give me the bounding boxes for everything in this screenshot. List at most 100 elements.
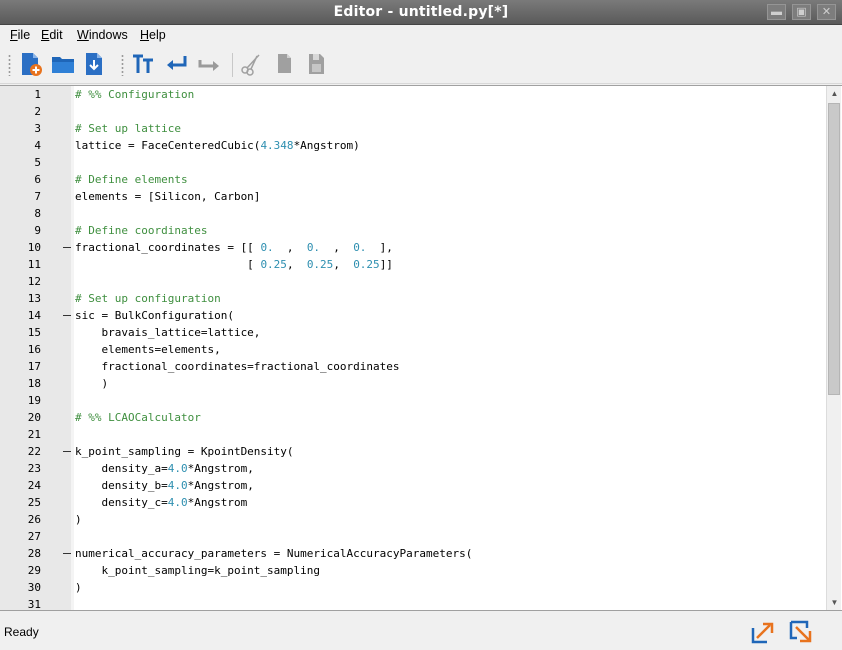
menu-edit[interactable]: Edit — [41, 28, 63, 42]
line-number: 14 — [27, 309, 41, 322]
fold-marker-icon[interactable] — [63, 315, 71, 316]
scroll-up-button[interactable]: ▲ — [827, 86, 842, 101]
code-text: density_a=4.0*Angstrom, — [75, 460, 253, 477]
code-token: fractional_coordinates=fractional_coordi… — [75, 360, 400, 373]
code-line[interactable]: 25 density_c=4.0*Angstrom — [0, 494, 826, 511]
code-line[interactable]: 23 density_a=4.0*Angstrom, — [0, 460, 826, 477]
code-line[interactable]: 12 — [0, 273, 826, 290]
cut-button[interactable] — [238, 51, 264, 77]
code-line[interactable]: 7 elements = [Silicon, Carbon] — [0, 188, 826, 205]
code-text: elements=elements, — [75, 341, 220, 358]
status-bar: Ready — [0, 611, 842, 650]
code-line[interactable]: 30) — [0, 579, 826, 596]
export-arrow-icon — [751, 622, 774, 644]
line-number: 24 — [27, 479, 41, 492]
code-line[interactable]: 27 — [0, 528, 826, 545]
code-line[interactable]: 24 density_b=4.0*Angstrom, — [0, 477, 826, 494]
code-line[interactable]: 5 — [0, 154, 826, 171]
code-token: ], — [366, 241, 393, 254]
code-number: 0. — [306, 241, 321, 254]
code-editor[interactable]: 1 # %% Configuration 2 3 # Set up lattice 4 la… — [0, 85, 842, 611]
code-line[interactable]: 17 fractional_coordinates=fractional_coo… — [0, 358, 826, 375]
minimize-button[interactable]: ▬ — [767, 4, 786, 20]
text-format-button[interactable] — [130, 51, 156, 77]
code-text: k_point_sampling = KpointDensity( — [75, 443, 294, 460]
toolbar-separator — [232, 53, 233, 77]
fold-marker-icon[interactable] — [63, 553, 71, 554]
new-file-button[interactable] — [18, 51, 44, 77]
import-button[interactable] — [788, 619, 814, 645]
code-token: fractional_coordinates = [[ — [75, 241, 261, 254]
code-token: *Angstrom) — [293, 139, 360, 152]
code-number: 4.348 — [260, 139, 294, 152]
menu-help-label: elp — [149, 28, 166, 42]
toolbar-grip[interactable] — [8, 54, 11, 76]
minimize-icon: ▬ — [771, 6, 782, 18]
export-button[interactable] — [750, 619, 776, 645]
line-number: 1 — [34, 88, 41, 101]
line-number: 3 — [34, 122, 41, 135]
menu-windows-label: indows — [88, 28, 128, 42]
save-button[interactable] — [82, 51, 108, 77]
code-text: # Define elements — [75, 171, 188, 188]
code-line[interactable]: 21 — [0, 426, 826, 443]
code-text: lattice = FaceCenteredCubic(4.348*Angstr… — [75, 137, 360, 154]
menu-windows-mnemonic: W — [77, 28, 89, 42]
title-bar[interactable]: Editor - untitled.py[*] ▬ ▣ ✕ — [0, 0, 842, 25]
line-number: 21 — [27, 428, 41, 441]
cut-scissors-icon — [241, 54, 260, 76]
menu-windows[interactable]: Windows — [77, 28, 128, 42]
code-token: bravais_lattice=lattice, — [75, 326, 261, 339]
code-line[interactable]: 20 # %% LCAOCalculator — [0, 409, 826, 426]
code-line[interactable]: 28 numerical_accuracy_parameters = Numeri… — [0, 545, 826, 562]
fold-marker-icon[interactable] — [63, 451, 71, 452]
paste-button[interactable] — [304, 51, 330, 77]
code-line[interactable]: 16 elements=elements, — [0, 341, 826, 358]
scroll-down-button[interactable]: ▼ — [827, 595, 842, 610]
status-text: Ready — [4, 625, 39, 639]
close-button[interactable]: ✕ — [817, 4, 836, 20]
code-line[interactable]: 19 — [0, 392, 826, 409]
menu-file[interactable]: File — [10, 28, 30, 42]
code-line[interactable]: 22 k_point_sampling = KpointDensity( — [0, 443, 826, 460]
code-line[interactable]: 2 — [0, 103, 826, 120]
code-text: # %% Configuration — [75, 86, 194, 103]
line-number: 29 — [27, 564, 41, 577]
vertical-scrollbar[interactable]: ▲ ▼ — [826, 86, 841, 610]
open-folder-button[interactable] — [50, 51, 76, 77]
code-line[interactable]: 18 ) — [0, 375, 826, 392]
code-line[interactable]: 14 sic = BulkConfiguration( — [0, 307, 826, 324]
code-token: density_b= — [75, 479, 168, 492]
code-token: ) — [75, 377, 109, 390]
code-line[interactable]: 13 # Set up configuration — [0, 290, 826, 307]
maximize-button[interactable]: ▣ — [792, 4, 811, 20]
copy-button[interactable] — [272, 51, 298, 77]
code-line[interactable]: 3 # Set up lattice — [0, 120, 826, 137]
code-line[interactable]: 10 fractional_coordinates = [[ 0. , 0. , … — [0, 239, 826, 256]
code-text: [ 0.25, 0.25, 0.25]] — [75, 256, 393, 273]
code-line[interactable]: 8 — [0, 205, 826, 222]
menu-file-label: ile — [17, 28, 31, 42]
code-line[interactable]: 6 # Define elements — [0, 171, 826, 188]
line-number: 25 — [27, 496, 41, 509]
redo-button[interactable] — [196, 51, 222, 77]
code-line[interactable]: 1 # %% Configuration — [0, 86, 826, 103]
scrollbar-thumb[interactable] — [828, 103, 840, 395]
code-line[interactable]: 9 # Define coordinates — [0, 222, 826, 239]
code-text: density_c=4.0*Angstrom — [75, 494, 247, 511]
line-number: 20 — [27, 411, 41, 424]
undo-button[interactable] — [164, 51, 190, 77]
fold-marker-icon[interactable] — [63, 247, 71, 248]
code-number: 4.0 — [167, 496, 188, 509]
code-line[interactable]: 4 lattice = FaceCenteredCubic(4.348*Angst… — [0, 137, 826, 154]
code-text: fractional_coordinates = [[ 0. , 0. , 0.… — [75, 239, 393, 256]
code-line[interactable]: 11 [ 0.25, 0.25, 0.25]] — [0, 256, 826, 273]
code-text: density_b=4.0*Angstrom, — [75, 477, 253, 494]
toolbar-grip-2[interactable] — [121, 54, 124, 76]
menu-help[interactable]: Help — [140, 28, 166, 42]
code-line[interactable]: 15 bravais_lattice=lattice, — [0, 324, 826, 341]
code-token: numerical_accuracy_parameters = Numerica… — [75, 547, 473, 560]
code-text: k_point_sampling=k_point_sampling — [75, 562, 320, 579]
code-line[interactable]: 26) — [0, 511, 826, 528]
code-line[interactable]: 29 k_point_sampling=k_point_sampling — [0, 562, 826, 579]
